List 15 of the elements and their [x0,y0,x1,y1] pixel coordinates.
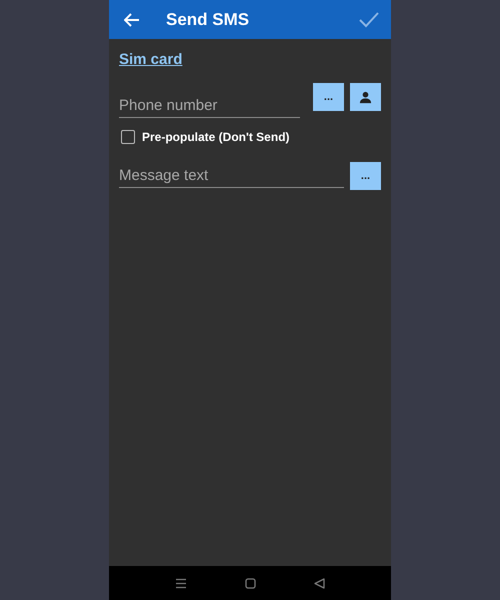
contact-button[interactable] [350,83,381,111]
checkbox[interactable] [121,130,135,144]
phone-number-field[interactable]: Phone number [119,93,300,118]
menu-icon[interactable] [175,578,187,588]
message-text-field[interactable]: Message text [119,163,344,188]
checkmark-icon[interactable] [359,12,379,28]
back-icon[interactable] [314,578,325,588]
person-icon [359,90,372,104]
more-button[interactable]: ... [313,83,344,111]
checkbox-label: Pre-populate (Don't Send) [142,130,290,144]
back-arrow-icon[interactable] [124,12,140,26]
more-button[interactable]: ... [350,162,381,190]
home-icon[interactable] [245,578,256,588]
sim-card-link[interactable]: Sim card [119,51,182,68]
screen-title: Send SMS [166,10,250,30]
